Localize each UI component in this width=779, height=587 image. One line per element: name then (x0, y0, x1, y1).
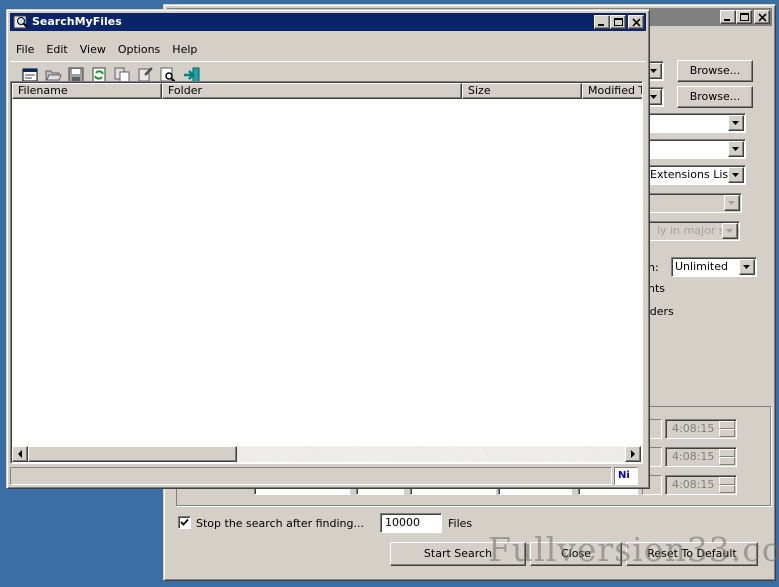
column-size[interactable]: Size (462, 83, 582, 99)
time-spinner (719, 421, 735, 437)
close-icon (758, 13, 767, 22)
exclude-files-combo[interactable] (634, 139, 746, 159)
disabled-combo (634, 193, 742, 213)
stop-search-checkbox[interactable] (178, 516, 191, 529)
arrow-left-icon (18, 450, 22, 458)
menu-help[interactable]: Help (166, 41, 203, 59)
chevron-down-icon[interactable] (728, 115, 744, 131)
horizontal-scrollbar[interactable] (12, 446, 641, 462)
time-spinner (719, 477, 735, 493)
scroll-thumb[interactable] (28, 446, 237, 462)
maximize-icon (614, 18, 623, 26)
browse-button-2[interactable]: Browse... (677, 86, 753, 108)
extensions-list-combo[interactable]: Extensions List (634, 165, 746, 185)
column-folder[interactable]: Folder (162, 83, 462, 99)
time-field-3: 4:08:15 PI (665, 475, 737, 495)
searchmyfiles-window: SearchMyFiles File Edit View Options Hel… (6, 9, 650, 489)
time-field-1: 4:08:15 PI (665, 419, 737, 439)
browse-button-1[interactable]: Browse... (677, 60, 753, 82)
option-text-nts: nts (648, 282, 666, 295)
menu-edit[interactable]: Edit (40, 41, 73, 59)
minimize-button[interactable] (720, 10, 736, 24)
files-label: Files (448, 517, 473, 530)
close-window-button[interactable] (754, 10, 770, 24)
scroll-right-button[interactable] (625, 446, 641, 462)
column-filename[interactable]: Filename (12, 83, 162, 99)
window-title: SearchMyFiles (32, 15, 122, 28)
extensions-list-value: Extensions List (650, 168, 733, 181)
status-panel-nirsoft[interactable]: Ni (614, 467, 638, 485)
minimize-button[interactable] (594, 15, 610, 29)
max-files-input[interactable]: 10000 (380, 513, 442, 533)
menu-view[interactable]: View (74, 41, 112, 59)
chevron-down-icon (722, 223, 738, 239)
checkmark-icon (180, 518, 189, 526)
menu-file[interactable]: File (10, 41, 40, 59)
time-spinner (719, 449, 735, 465)
wildcard-combo[interactable] (634, 113, 746, 133)
menu-bar: File Edit View Options Help (10, 41, 203, 59)
app-magnifier-icon (13, 15, 28, 29)
close-icon (632, 18, 641, 27)
time-field-2: 4:08:15 PI (665, 447, 737, 467)
watermark-text: Fullversion33.com (488, 530, 779, 569)
minimize-icon (598, 24, 604, 26)
results-list[interactable]: Filename Folder Size Modified Time (10, 81, 643, 464)
chevron-down-icon (724, 195, 740, 211)
maximize-icon (740, 13, 749, 21)
scroll-left-button[interactable] (12, 446, 28, 462)
main-title-bar[interactable]: SearchMyFiles (10, 13, 646, 31)
status-panel-main (10, 467, 612, 485)
status-bar: Ni (10, 467, 643, 485)
maximize-button[interactable] (610, 15, 626, 29)
chevron-down-icon[interactable] (728, 141, 744, 157)
column-modified-time[interactable]: Modified Time (582, 83, 642, 99)
subfolder-depth-value: Unlimited (675, 260, 728, 273)
subfolder-depth-combo[interactable]: Unlimited (671, 257, 757, 277)
stop-search-label[interactable]: Stop the search after finding... (196, 517, 364, 530)
arrow-right-icon (631, 450, 635, 458)
maximize-button[interactable] (736, 10, 752, 24)
close-window-button[interactable] (628, 15, 644, 29)
menu-options[interactable]: Options (112, 41, 166, 59)
chevron-down-icon[interactable] (728, 167, 744, 183)
minimize-icon (724, 19, 730, 21)
results-header: Filename Folder Size Modified Time (12, 83, 642, 99)
chevron-down-icon[interactable] (739, 259, 755, 275)
